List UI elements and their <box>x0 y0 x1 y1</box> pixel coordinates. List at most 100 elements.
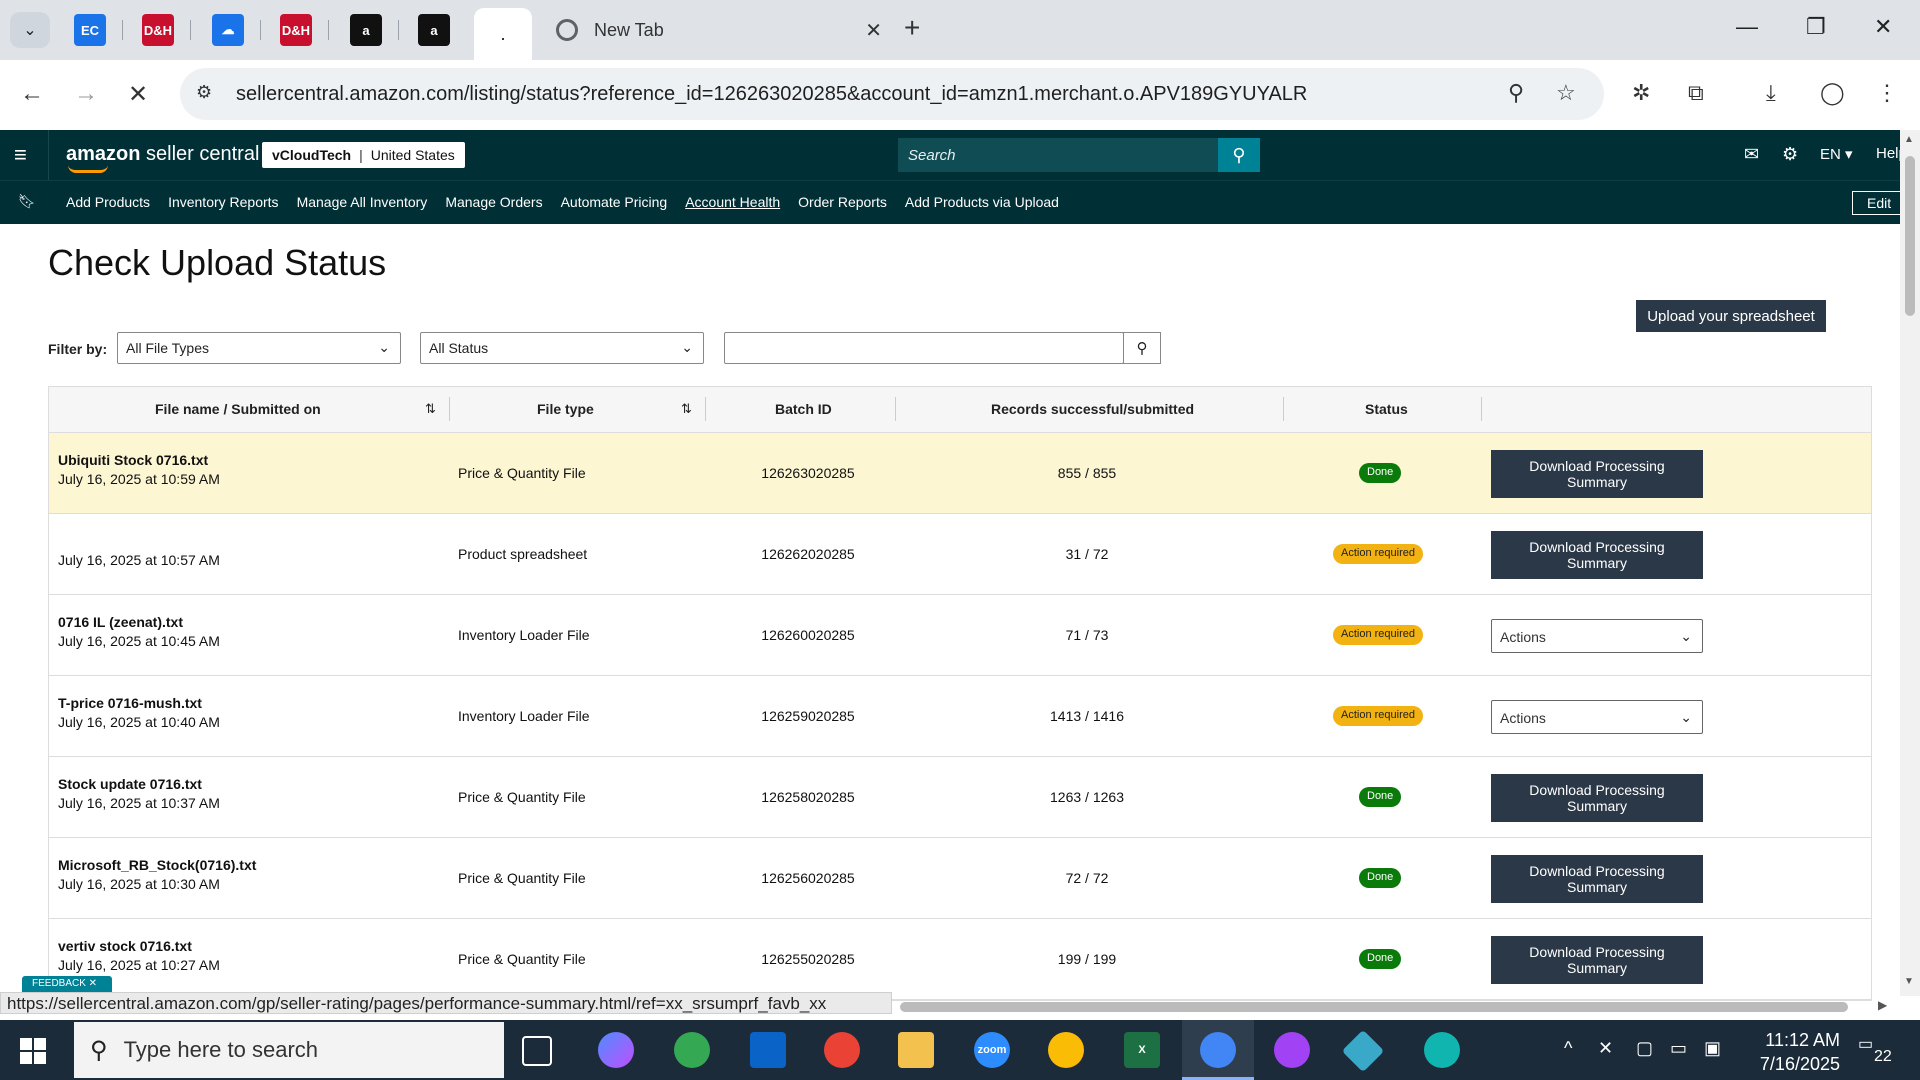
amazon-icon[interactable]: a <box>350 14 382 46</box>
chrome-profile-icon[interactable] <box>824 1032 860 1068</box>
vertical-scrollbar[interactable]: ▲ ▼ <box>1900 130 1920 996</box>
new-tab-plus-icon[interactable]: + <box>904 12 920 44</box>
close-tab-icon[interactable]: ✕ <box>865 18 882 43</box>
task-view-icon[interactable] <box>522 1036 552 1066</box>
close-window-icon[interactable]: ✕ <box>1874 14 1892 40</box>
bookmark-icon[interactable]: 🔖︎ <box>18 193 36 210</box>
copilot-icon[interactable] <box>598 1032 634 1068</box>
seller-search-input[interactable] <box>898 138 1218 172</box>
filter-search-input[interactable] <box>724 332 1124 364</box>
nav-link-manage-orders[interactable]: Manage Orders <box>445 194 542 210</box>
download-icon[interactable]: ⤓ <box>1766 80 1776 106</box>
file-name: 0716 IL (zeenat).txt <box>58 614 184 630</box>
back-arrow-icon[interactable]: ← <box>20 80 44 108</box>
chrome-profile-icon[interactable] <box>1274 1032 1310 1068</box>
more-menu-icon[interactable]: ⋮ <box>1876 80 1898 106</box>
download-processing-summary-button[interactable]: Download Processing Summary <box>1491 531 1703 579</box>
scroll-right-icon[interactable]: ▶ <box>1878 998 1887 1012</box>
language-selector[interactable]: EN ▾ <box>1820 145 1853 163</box>
status-select[interactable]: All Status ⌄ <box>420 332 704 364</box>
nav-link-inventory-reports[interactable]: Inventory Reports <box>168 194 279 210</box>
seller-central-logo[interactable]: amazon seller central <box>66 143 259 173</box>
logo-amazon: amazon <box>66 143 141 165</box>
puzzle-icon[interactable]: ⧉ <box>1688 80 1704 106</box>
chrome-profile-icon[interactable] <box>674 1032 710 1068</box>
minimize-icon[interactable]: — <box>1736 14 1758 40</box>
actions-select[interactable]: Actions ⌄ <box>1491 619 1703 653</box>
site-info-icon[interactable]: ⚙ <box>196 82 220 106</box>
nav-link-add-products[interactable]: Add Products <box>66 194 150 210</box>
file-type: Price & Quantity File <box>458 789 586 805</box>
nav-link-automate-pricing[interactable]: Automate Pricing <box>561 194 668 210</box>
zoom-icon[interactable]: zoom <box>974 1032 1010 1068</box>
filter-search-icon[interactable]: ⚲ <box>1123 332 1161 364</box>
bookmark-star-icon[interactable]: ☆ <box>1556 80 1576 106</box>
taskbar-clock[interactable]: 11:12 AM 7/16/2025 <box>1740 1028 1840 1076</box>
hamburger-menu-icon[interactable]: ≡ <box>14 142 27 168</box>
network-icon[interactable]: ▣ <box>1704 1038 1721 1059</box>
actions-select-value: Actions <box>1500 710 1546 726</box>
batch-id: 126256020285 <box>761 870 855 886</box>
search-icon[interactable]: ⚲ <box>1218 138 1260 172</box>
download-processing-summary-button[interactable]: Download Processing Summary <box>1491 936 1703 984</box>
stop-loading-icon[interactable]: ✕ <box>128 80 148 109</box>
extension-icon[interactable]: ✲ <box>1632 80 1650 106</box>
settings-gear-icon[interactable]: ⚙ <box>1782 144 1798 165</box>
amazon-icon[interactable]: a <box>418 14 450 46</box>
ec-icon[interactable]: EC <box>74 14 106 46</box>
chrome-active-icon[interactable] <box>1200 1032 1236 1068</box>
dh-icon[interactable]: D&H <box>142 14 174 46</box>
notifications-icon[interactable]: ▭ 22 <box>1858 1034 1894 1068</box>
file-type-select[interactable]: All File Types ⌄ <box>117 332 401 364</box>
sort-icon[interactable]: ⇅ <box>425 401 436 417</box>
file-explorer-icon[interactable] <box>898 1032 934 1068</box>
scroll-thumb[interactable] <box>1905 156 1915 316</box>
mail-icon[interactable]: ✉ <box>1744 144 1759 165</box>
taskbar-search[interactable]: ⚲ <box>74 1022 504 1078</box>
edit-nav-button[interactable]: Edit <box>1852 191 1906 215</box>
app-diamond-icon[interactable] <box>1341 1029 1385 1073</box>
horizontal-scrollbar-thumb[interactable] <box>900 1002 1848 1012</box>
restore-icon[interactable]: ❐ <box>1806 14 1826 40</box>
account-switcher[interactable]: vCloudTech | United States <box>262 142 465 168</box>
upload-spreadsheet-button[interactable]: Upload your spreadsheet <box>1636 300 1826 332</box>
tab-search-chevron-icon[interactable]: ⌄ <box>10 12 50 48</box>
sort-icon[interactable]: ⇅ <box>681 401 692 417</box>
download-processing-summary-button[interactable]: Download Processing Summary <box>1491 774 1703 822</box>
download-processing-summary-button[interactable]: Download Processing Summary <box>1491 450 1703 498</box>
scroll-down-icon[interactable]: ▼ <box>1904 976 1914 987</box>
dh-icon[interactable]: D&H <box>280 14 312 46</box>
actions-select[interactable]: Actions ⌄ <box>1491 700 1703 734</box>
cloud-icon[interactable]: ☁ <box>212 14 244 46</box>
active-tab[interactable]: . <box>474 8 532 60</box>
forward-arrow-icon[interactable]: → <box>74 80 98 108</box>
nav-link-manage-all-inventory[interactable]: Manage All Inventory <box>297 194 428 210</box>
battery-icon[interactable]: ▭ <box>1670 1038 1687 1059</box>
outlook-icon[interactable] <box>750 1032 786 1068</box>
tab-new-tab[interactable]: New Tab ✕ <box>548 14 888 46</box>
header-file-type: File type <box>537 401 594 417</box>
table-row: Ubiquiti Stock 0716.txt July 16, 2025 at … <box>49 433 1871 514</box>
nav-link-order-reports[interactable]: Order Reports <box>798 194 887 210</box>
taskbar-search-input[interactable] <box>123 1037 464 1063</box>
chrome-icon[interactable] <box>1048 1032 1084 1068</box>
feedback-tab[interactable]: FEEDBACK ✕ <box>22 976 112 992</box>
address-bar[interactable]: ⚙ sellercentral.amazon.com/listing/statu… <box>180 68 1604 120</box>
zoom-icon[interactable]: ⚲ <box>1508 80 1524 106</box>
url-text[interactable]: sellercentral.amazon.com/listing/status?… <box>236 83 1307 106</box>
profile-icon[interactable]: ◯ <box>1820 80 1845 106</box>
scroll-up-icon[interactable]: ▲ <box>1904 134 1914 145</box>
meet-icon[interactable]: ▢ <box>1636 1038 1653 1059</box>
link-hover-status: https://sellercentral.amazon.com/gp/sell… <box>0 992 892 1014</box>
nav-link-account-health[interactable]: Account Health <box>685 194 780 210</box>
edge-icon[interactable] <box>1424 1032 1460 1068</box>
header-file-name: File name / Submitted on <box>155 401 321 417</box>
speaker-muted-icon[interactable]: ✕ <box>1598 1038 1613 1059</box>
nav-link-add-products-via-upload[interactable]: Add Products via Upload <box>905 194 1059 210</box>
header-separator <box>1481 397 1482 421</box>
active-tab-label: . <box>500 23 506 44</box>
download-processing-summary-button[interactable]: Download Processing Summary <box>1491 855 1703 903</box>
windows-start-icon[interactable] <box>20 1038 46 1064</box>
excel-icon[interactable]: X <box>1124 1032 1160 1068</box>
tray-chevron-up-icon[interactable]: ^ <box>1564 1038 1572 1059</box>
